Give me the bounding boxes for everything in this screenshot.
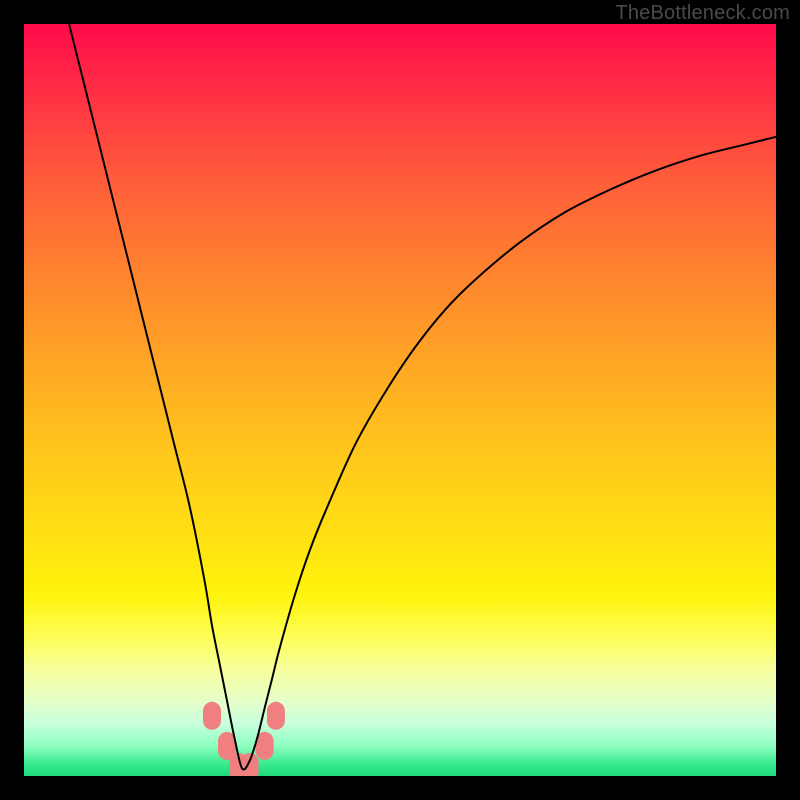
curve-layer — [24, 24, 776, 776]
trough-marker — [203, 702, 221, 730]
bottleneck-curve — [69, 24, 776, 770]
plot-area — [24, 24, 776, 776]
watermark-text: TheBottleneck.com — [615, 2, 790, 25]
markers-group — [203, 702, 285, 776]
trough-marker — [241, 753, 259, 776]
chart-frame: TheBottleneck.com — [0, 0, 800, 800]
trough-marker — [267, 702, 285, 730]
